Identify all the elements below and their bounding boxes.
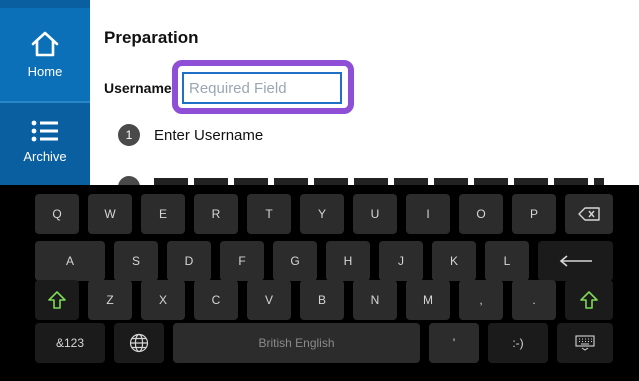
username-label: Username	[104, 80, 172, 96]
list-icon	[31, 120, 58, 142]
on-screen-keyboard: Q W E R T Y U I O P A S D F G H J K L Z …	[0, 185, 639, 381]
keyboard-icon	[575, 335, 595, 351]
key-p[interactable]: P	[512, 194, 556, 234]
key-period[interactable]: .	[512, 280, 556, 320]
step-text-obscured	[154, 178, 604, 185]
enter-key[interactable]	[538, 241, 613, 281]
key-comma[interactable]: ,	[459, 280, 503, 320]
key-h[interactable]: H	[326, 241, 370, 281]
page-title: Preparation	[104, 28, 199, 47]
key-t[interactable]: T	[247, 194, 291, 234]
key-d[interactable]: D	[167, 241, 211, 281]
key-q[interactable]: Q	[35, 194, 79, 234]
key-i[interactable]: I	[406, 194, 450, 234]
sidebar: Home Archive	[0, 0, 90, 185]
step-item-obscured	[118, 176, 628, 185]
key-y[interactable]: Y	[300, 194, 344, 234]
key-o[interactable]: O	[459, 194, 503, 234]
key-e[interactable]: E	[141, 194, 185, 234]
home-icon	[31, 31, 59, 57]
key-x[interactable]: X	[141, 280, 185, 320]
key-f[interactable]: F	[220, 241, 264, 281]
symbols-key[interactable]: &123	[35, 323, 105, 363]
shift-icon	[580, 291, 598, 309]
sidebar-item-home[interactable]: Home	[0, 8, 90, 101]
apostrophe-key[interactable]: '	[429, 323, 479, 363]
key-a[interactable]: A	[35, 241, 105, 281]
key-u[interactable]: U	[353, 194, 397, 234]
key-j[interactable]: J	[379, 241, 423, 281]
key-c[interactable]: C	[194, 280, 238, 320]
space-key[interactable]: British English	[173, 323, 420, 363]
language-key[interactable]	[114, 323, 164, 363]
key-k[interactable]: K	[432, 241, 476, 281]
key-r[interactable]: R	[194, 194, 238, 234]
shift-key-left[interactable]	[35, 280, 79, 320]
username-input[interactable]	[182, 72, 342, 104]
key-l[interactable]: L	[485, 241, 529, 281]
key-g[interactable]: G	[273, 241, 317, 281]
shift-key-right[interactable]	[565, 280, 613, 320]
step-text: Enter Username	[154, 126, 264, 144]
key-w[interactable]: W	[88, 194, 132, 234]
sidebar-item-archive[interactable]: Archive	[0, 103, 90, 185]
key-n[interactable]: N	[353, 280, 397, 320]
globe-icon	[129, 333, 149, 353]
step-number-badge: 1	[118, 124, 140, 146]
sidebar-item-label: Home	[27, 64, 63, 79]
main-content: Preparation Username 1 Enter Username	[90, 0, 639, 185]
backspace-key[interactable]	[565, 194, 613, 234]
hide-keyboard-key[interactable]	[557, 323, 613, 363]
step-number-badge	[118, 176, 140, 185]
backspace-icon	[578, 207, 600, 221]
step-item: 1 Enter Username	[118, 124, 263, 146]
key-s[interactable]: S	[114, 241, 158, 281]
emoticon-key[interactable]: :-)	[488, 323, 548, 363]
shift-icon	[48, 291, 66, 309]
key-v[interactable]: V	[247, 280, 291, 320]
key-z[interactable]: Z	[88, 280, 132, 320]
key-m[interactable]: M	[406, 280, 450, 320]
enter-icon	[559, 255, 592, 267]
key-b[interactable]: B	[300, 280, 344, 320]
sidebar-item-label: Archive	[23, 149, 67, 164]
